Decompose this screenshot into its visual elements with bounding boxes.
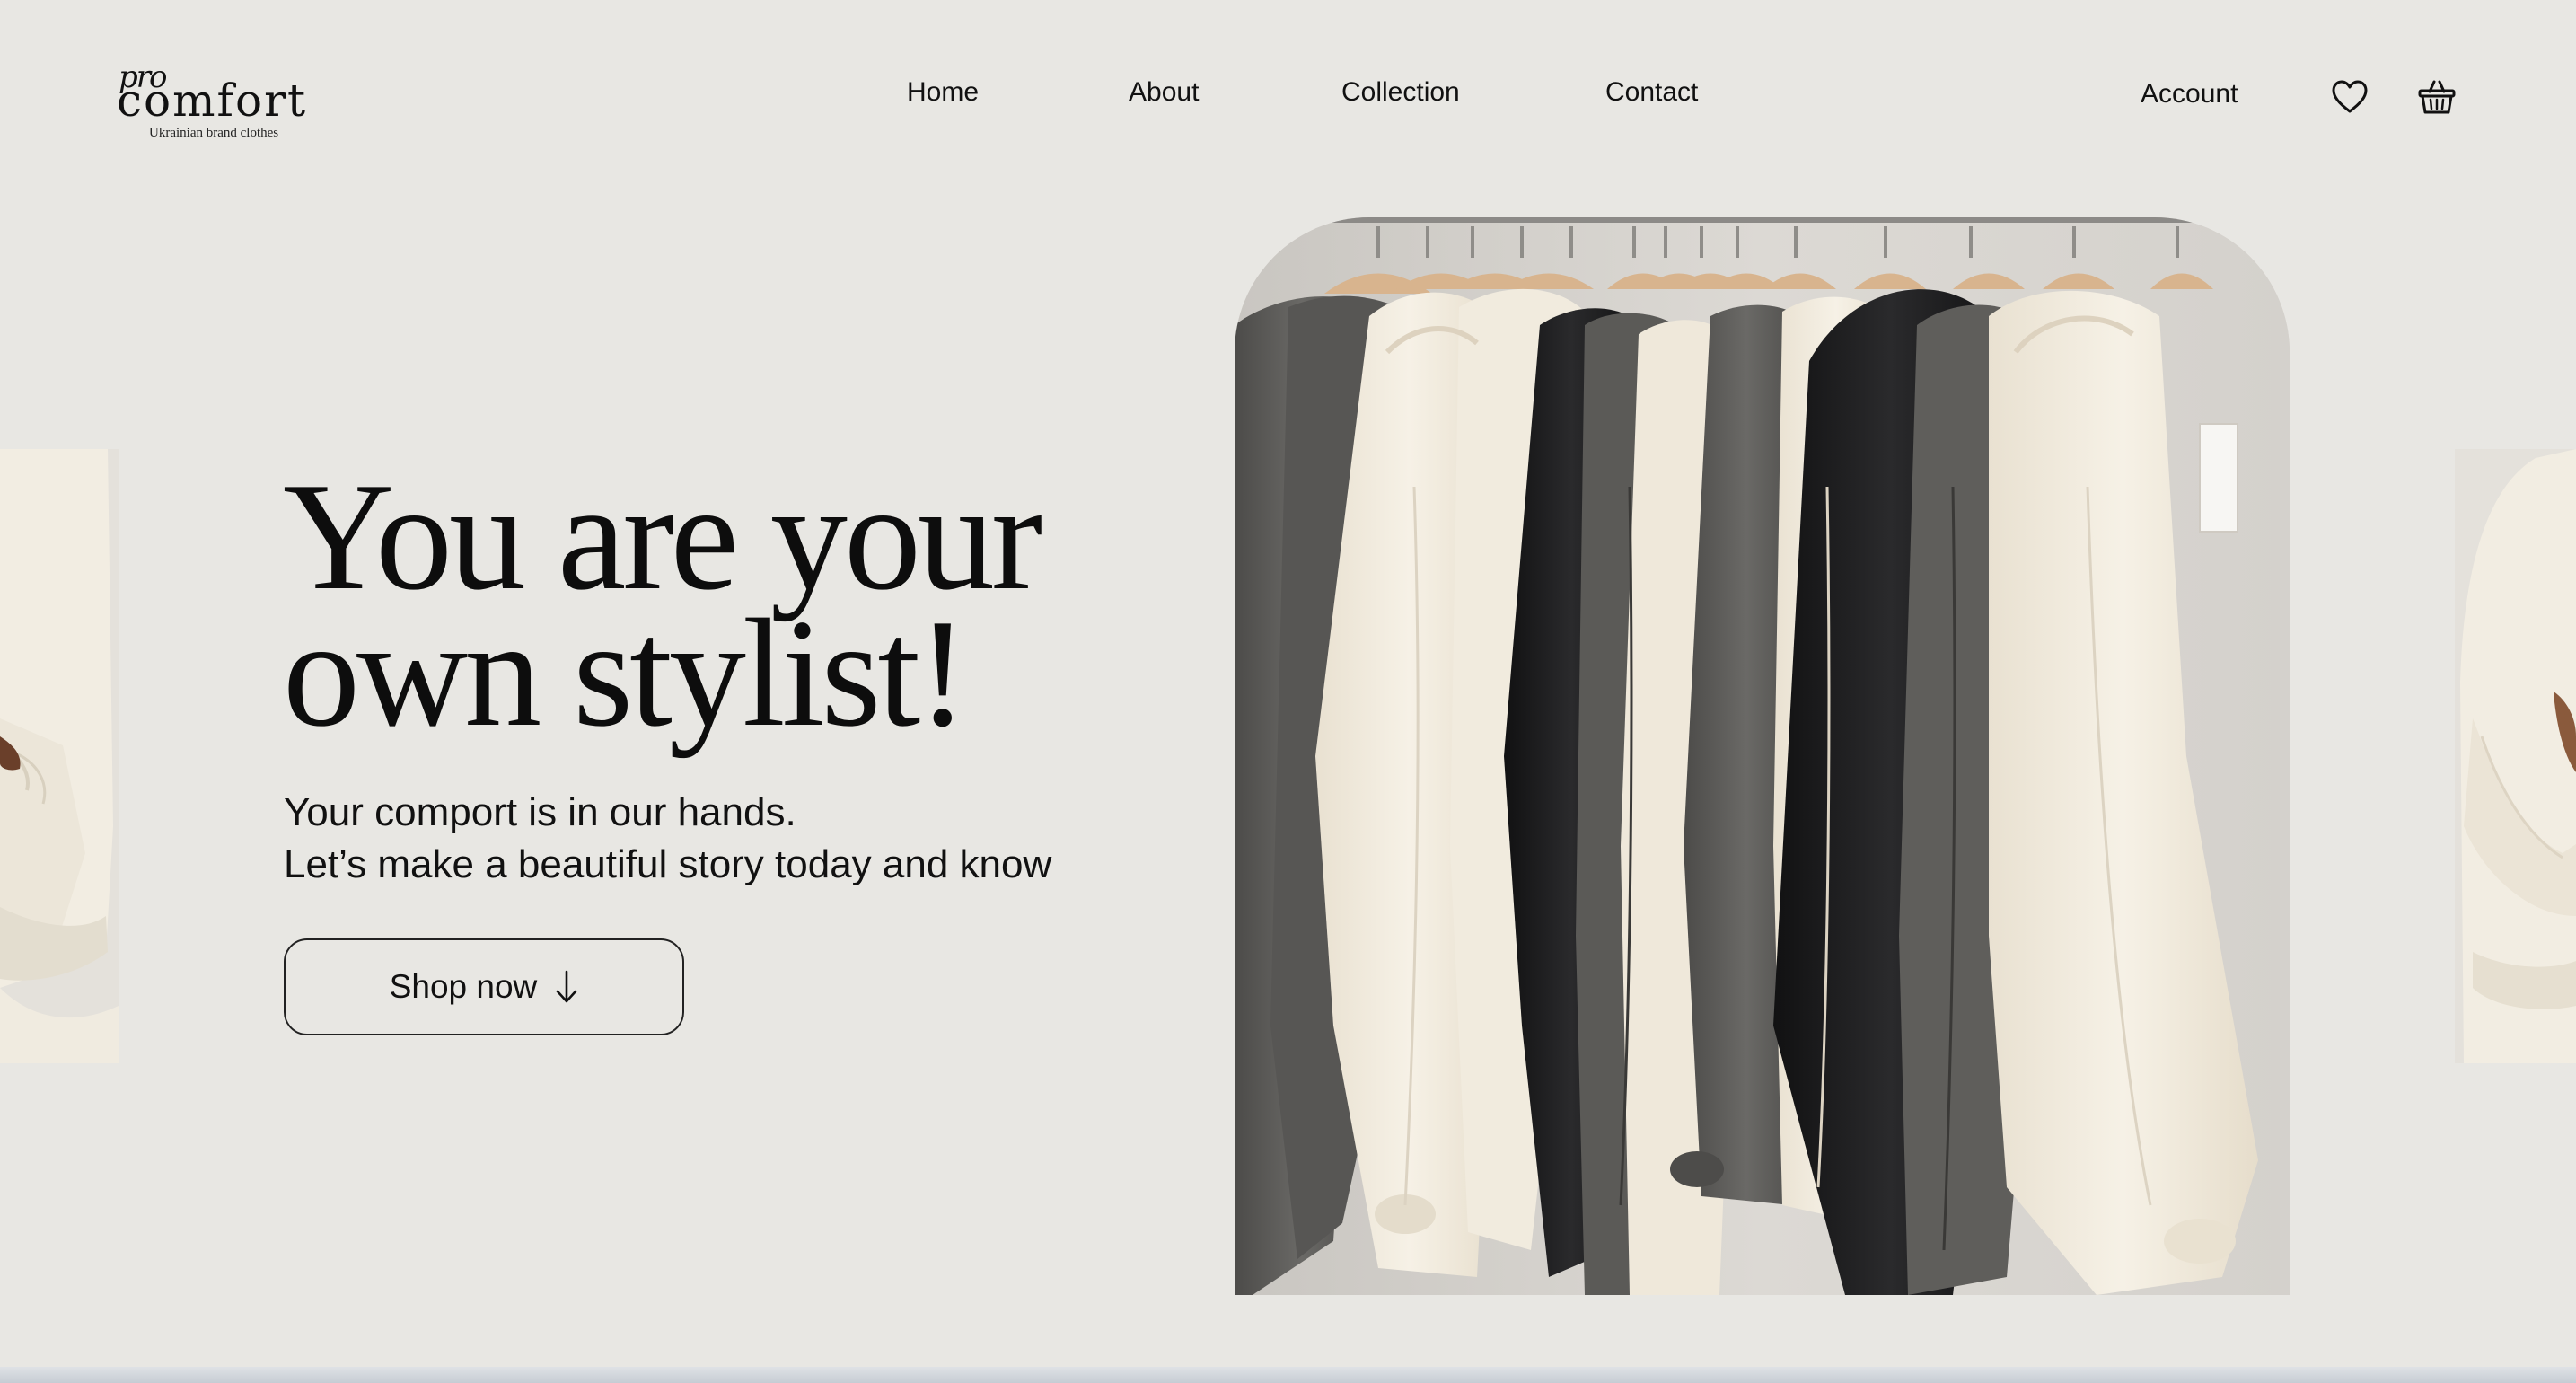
hero-image-clothes-rack: [1235, 217, 2290, 1295]
arrow-down-icon: [555, 969, 578, 1005]
nav-contact[interactable]: Contact: [1605, 77, 1698, 108]
hero-headline-line-1: You are your: [283, 452, 1042, 622]
hero-headline-line-2: own stylist!: [283, 588, 969, 759]
brand-logo[interactable]: pro comfort Ukrainian brand clothes: [117, 59, 332, 150]
nav-home[interactable]: Home: [907, 77, 979, 108]
shop-now-button[interactable]: Shop now: [284, 938, 684, 1035]
carousel-next-image[interactable]: [2455, 449, 2576, 1063]
logo-wordmark: comfort: [117, 75, 308, 127]
logo-tagline: Ukrainian brand clothes: [149, 126, 279, 140]
hero-headline: You are your own stylist!: [283, 452, 1091, 759]
basket-icon[interactable]: [2417, 77, 2457, 117]
shop-now-label: Shop now: [389, 968, 538, 1005]
heart-icon[interactable]: [2330, 77, 2369, 117]
hero-subtitle: Your comport is in our hands. Let’s make…: [284, 787, 1051, 891]
nav-collection[interactable]: Collection: [1341, 77, 1460, 108]
hero-subtitle-line-2: Let’s make a beautiful story today and k…: [284, 842, 1052, 886]
hero-subtitle-line-1: Your comport is in our hands.: [284, 790, 796, 834]
account-link[interactable]: Account: [2141, 79, 2238, 110]
nav-about[interactable]: About: [1129, 77, 1199, 108]
carousel-prev-image[interactable]: [0, 449, 119, 1063]
window-bottom-edge: [0, 1367, 2576, 1383]
